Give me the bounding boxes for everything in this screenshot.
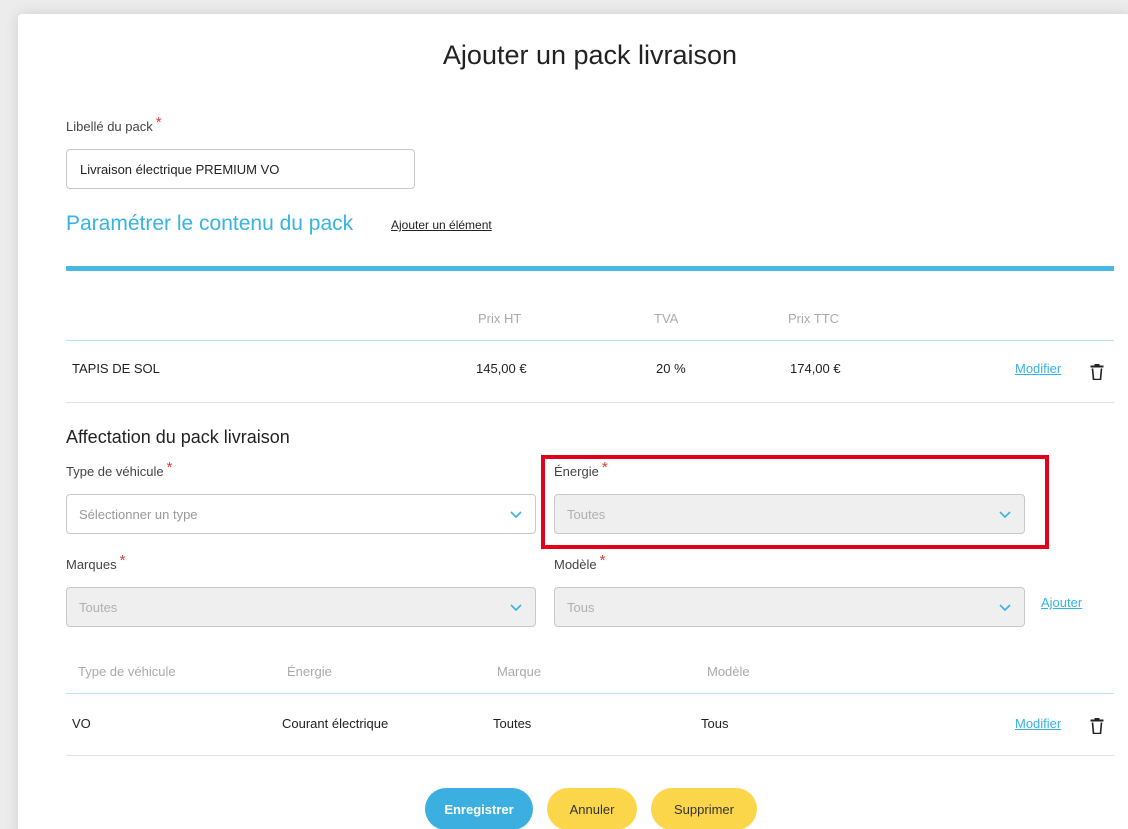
brands-select[interactable]: Toutes: [66, 587, 536, 627]
col-prix-ttc: Prix TTC: [788, 311, 840, 326]
table-header-line: [66, 693, 1114, 694]
required-mark: *: [166, 459, 173, 476]
row-prix-ttc: 174,00 €: [790, 361, 841, 376]
row-item-name: TAPIS DE SOL: [72, 361, 160, 376]
row-energy: Courant électrique: [282, 716, 389, 731]
row-brand: Toutes: [493, 716, 532, 731]
brands-label-text: Marques: [66, 557, 117, 572]
assignment-title: Affectation du pack livraison: [66, 427, 290, 447]
row-divider: [66, 755, 1114, 756]
chevron-down-icon: [999, 604, 1011, 612]
trash-icon[interactable]: [1090, 718, 1104, 734]
dialog-title: Ajouter un pack livraison: [442, 40, 738, 70]
add-element-link[interactable]: Ajouter un élément: [391, 218, 492, 232]
table-header-line: [66, 340, 1114, 341]
vehicle-type-label: Type de véhicule *: [66, 459, 172, 480]
content-section-title: Paramétrer le contenu du pack: [66, 212, 354, 235]
highlight-box: [541, 455, 1049, 549]
model-value: Tous: [567, 599, 595, 615]
cancel-button[interactable]: Annuler: [547, 788, 637, 829]
pack-name-label: Libellé du pack *: [66, 114, 162, 135]
col-tva: TVA: [654, 311, 679, 326]
row-tva: 20 %: [656, 361, 686, 376]
pack-name-label-text: Libellé du pack: [66, 119, 153, 134]
required-mark: *: [599, 552, 606, 569]
row-type: VO: [72, 716, 91, 731]
modify-assignment-link[interactable]: Modifier: [1015, 716, 1061, 731]
vehicle-type-placeholder: Sélectionner un type: [79, 506, 198, 522]
section-divider: [66, 266, 1114, 271]
brands-value: Toutes: [79, 599, 118, 615]
model-label-text: Modèle: [554, 557, 597, 572]
chevron-down-icon: [510, 604, 522, 612]
row-divider: [66, 402, 1114, 403]
delete-button[interactable]: Supprimer: [651, 788, 757, 829]
vehicle-type-label-text: Type de véhicule: [66, 464, 164, 479]
required-mark: *: [119, 552, 126, 569]
pack-name-value: Livraison électrique PREMIUM VO: [80, 161, 280, 177]
brands-label: Marques *: [66, 552, 125, 573]
add-pack-dialog: [18, 14, 1128, 829]
col-vehicle-type: Type de véhicule: [78, 664, 176, 679]
required-mark: *: [155, 114, 162, 131]
vehicle-type-select[interactable]: Sélectionner un type: [66, 494, 536, 534]
add-assignment-link[interactable]: Ajouter: [1041, 595, 1082, 610]
chevron-down-icon: [510, 511, 522, 519]
col-energy: Énergie: [287, 664, 332, 679]
model-select[interactable]: Tous: [554, 587, 1025, 627]
model-label: Modèle *: [554, 552, 605, 573]
pack-name-input[interactable]: Livraison électrique PREMIUM VO: [66, 149, 415, 189]
col-model: Modèle: [707, 664, 750, 679]
col-brand: Marque: [497, 664, 542, 679]
save-button[interactable]: Enregistrer: [425, 788, 533, 829]
row-prix-ht: 145,00 €: [476, 361, 527, 376]
trash-icon[interactable]: [1090, 364, 1104, 380]
modify-item-link[interactable]: Modifier: [1015, 361, 1061, 376]
col-prix-ht: Prix HT: [478, 311, 522, 326]
row-model: Tous: [701, 716, 729, 731]
